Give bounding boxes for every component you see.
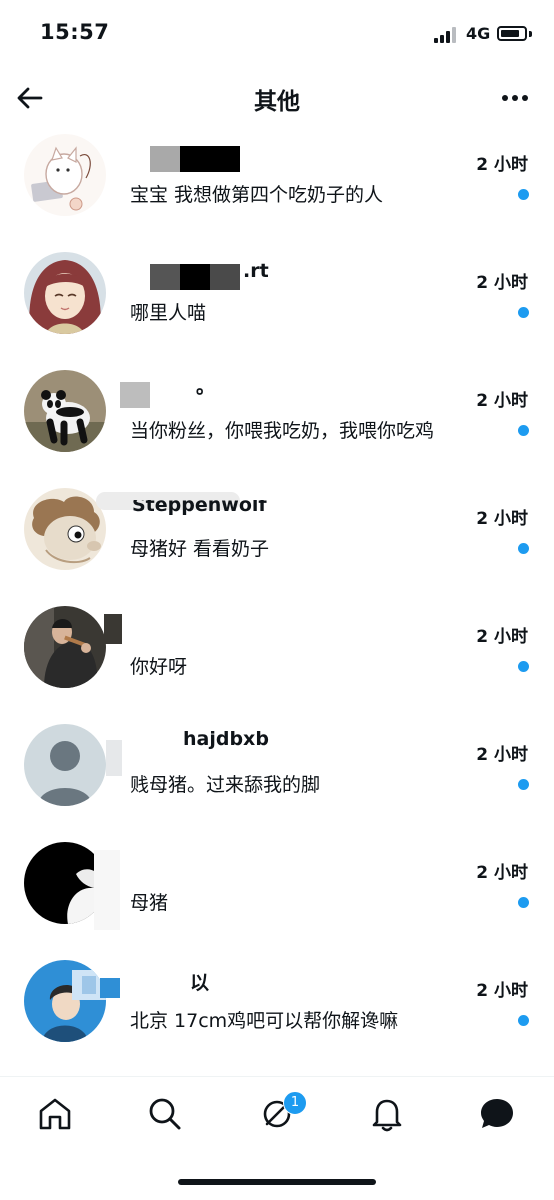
message-bubble-icon xyxy=(481,1099,513,1128)
redaction-mark xyxy=(104,614,122,644)
conversation-row[interactable]: Steppenwolf 2 小时 母猪好 看看奶子 xyxy=(0,486,554,604)
unread-indicator xyxy=(518,1015,529,1026)
battery-tip xyxy=(529,31,532,37)
tab-home[interactable] xyxy=(36,1095,74,1133)
message-preview: 母猪 xyxy=(130,892,169,914)
search-icon xyxy=(149,1098,181,1130)
more-horizontal-icon xyxy=(502,95,528,101)
sender-name: 。 xyxy=(196,376,216,398)
unread-indicator xyxy=(518,307,529,318)
redaction-mark xyxy=(180,264,210,290)
avatar[interactable] xyxy=(24,724,106,806)
unread-indicator xyxy=(518,897,529,908)
avatar[interactable] xyxy=(24,960,106,1042)
redaction-mark xyxy=(150,264,180,290)
battery-icon xyxy=(497,26,527,41)
message-time: 2 小时 xyxy=(476,981,528,1001)
conversation-row[interactable]: 。 2 小时 当你粉丝，你喂我吃奶，我喂你吃鸡 xyxy=(0,368,554,486)
sender-name: 以 xyxy=(190,972,210,994)
avatar[interactable] xyxy=(24,606,106,688)
signal-icon xyxy=(434,27,460,43)
avatar[interactable] xyxy=(24,134,106,216)
message-time: 2 小时 xyxy=(476,863,528,883)
message-time: 2 小时 xyxy=(476,509,528,529)
conversation-row[interactable]: 2 小时 母猪 xyxy=(0,840,554,958)
redaction-mark xyxy=(180,146,240,172)
sender-name: .rt xyxy=(243,260,269,282)
redaction-mark xyxy=(100,978,120,998)
bell-icon xyxy=(372,1099,402,1132)
redaction-mark xyxy=(210,264,240,290)
header: 其他 xyxy=(0,66,554,130)
message-list: 2 小时 宝宝 我想做第四个吃奶子的人 .rt 2 小时 哪里人喵 。 2 小时… xyxy=(0,132,554,1076)
tab-messages[interactable] xyxy=(478,1095,516,1133)
status-time: 15:57 xyxy=(40,20,110,44)
conversation-row[interactable]: .rt 2 小时 哪里人喵 xyxy=(0,250,554,368)
conversation-row[interactable]: 以 2 小时 北京 17cm鸡吧可以帮你解谗嘛 xyxy=(0,958,554,1076)
avatar[interactable] xyxy=(24,370,106,452)
message-time: 2 小时 xyxy=(476,273,528,293)
avatar[interactable] xyxy=(24,252,106,334)
home-indicator xyxy=(178,1179,376,1185)
message-preview: 母猪好 看看奶子 xyxy=(130,538,270,560)
page-title: 其他 xyxy=(254,89,300,115)
conversation-row[interactable]: 2 小时 宝宝 我想做第四个吃奶子的人 xyxy=(0,132,554,250)
conversation-row[interactable]: 2 小时 你好呀 xyxy=(0,604,554,722)
avatar[interactable] xyxy=(24,488,106,570)
message-preview: 哪里人喵 xyxy=(130,302,207,324)
unread-indicator xyxy=(518,425,529,436)
message-preview: 宝宝 我想做第四个吃奶子的人 xyxy=(130,184,384,206)
conversation-row[interactable]: hajdbxb 2 小时 贱母猪。过来舔我的脚 xyxy=(0,722,554,840)
unread-badge: 1 xyxy=(283,1091,307,1115)
unread-indicator xyxy=(518,543,529,554)
message-time: 2 小时 xyxy=(476,155,528,175)
tab-search[interactable] xyxy=(146,1095,184,1133)
message-time: 2 小时 xyxy=(476,627,528,647)
network-label: 4G xyxy=(466,24,491,43)
status-bar: 15:57 4G xyxy=(0,0,554,66)
redaction-mark xyxy=(94,850,120,930)
redaction-mark xyxy=(120,382,150,408)
unread-indicator xyxy=(518,661,529,672)
unread-indicator xyxy=(518,779,529,790)
more-button[interactable] xyxy=(500,88,530,108)
unread-indicator xyxy=(518,189,529,200)
home-icon xyxy=(39,1098,71,1130)
message-preview: 你好呀 xyxy=(130,656,188,678)
message-time: 2 小时 xyxy=(476,745,528,765)
tab-notifications[interactable] xyxy=(368,1095,406,1133)
sender-name: Steppenwolf xyxy=(132,500,267,516)
message-preview: 北京 17cm鸡吧可以帮你解谗嘛 xyxy=(130,1010,399,1032)
sender-name: hajdbxb xyxy=(183,728,269,750)
message-time: 2 小时 xyxy=(476,391,528,411)
message-preview: 当你粉丝，你喂我吃奶，我喂你吃鸡 xyxy=(130,420,435,442)
message-preview: 贱母猪。过来舔我的脚 xyxy=(130,774,321,796)
redaction-mark xyxy=(150,146,180,172)
redaction-mark xyxy=(106,740,122,776)
